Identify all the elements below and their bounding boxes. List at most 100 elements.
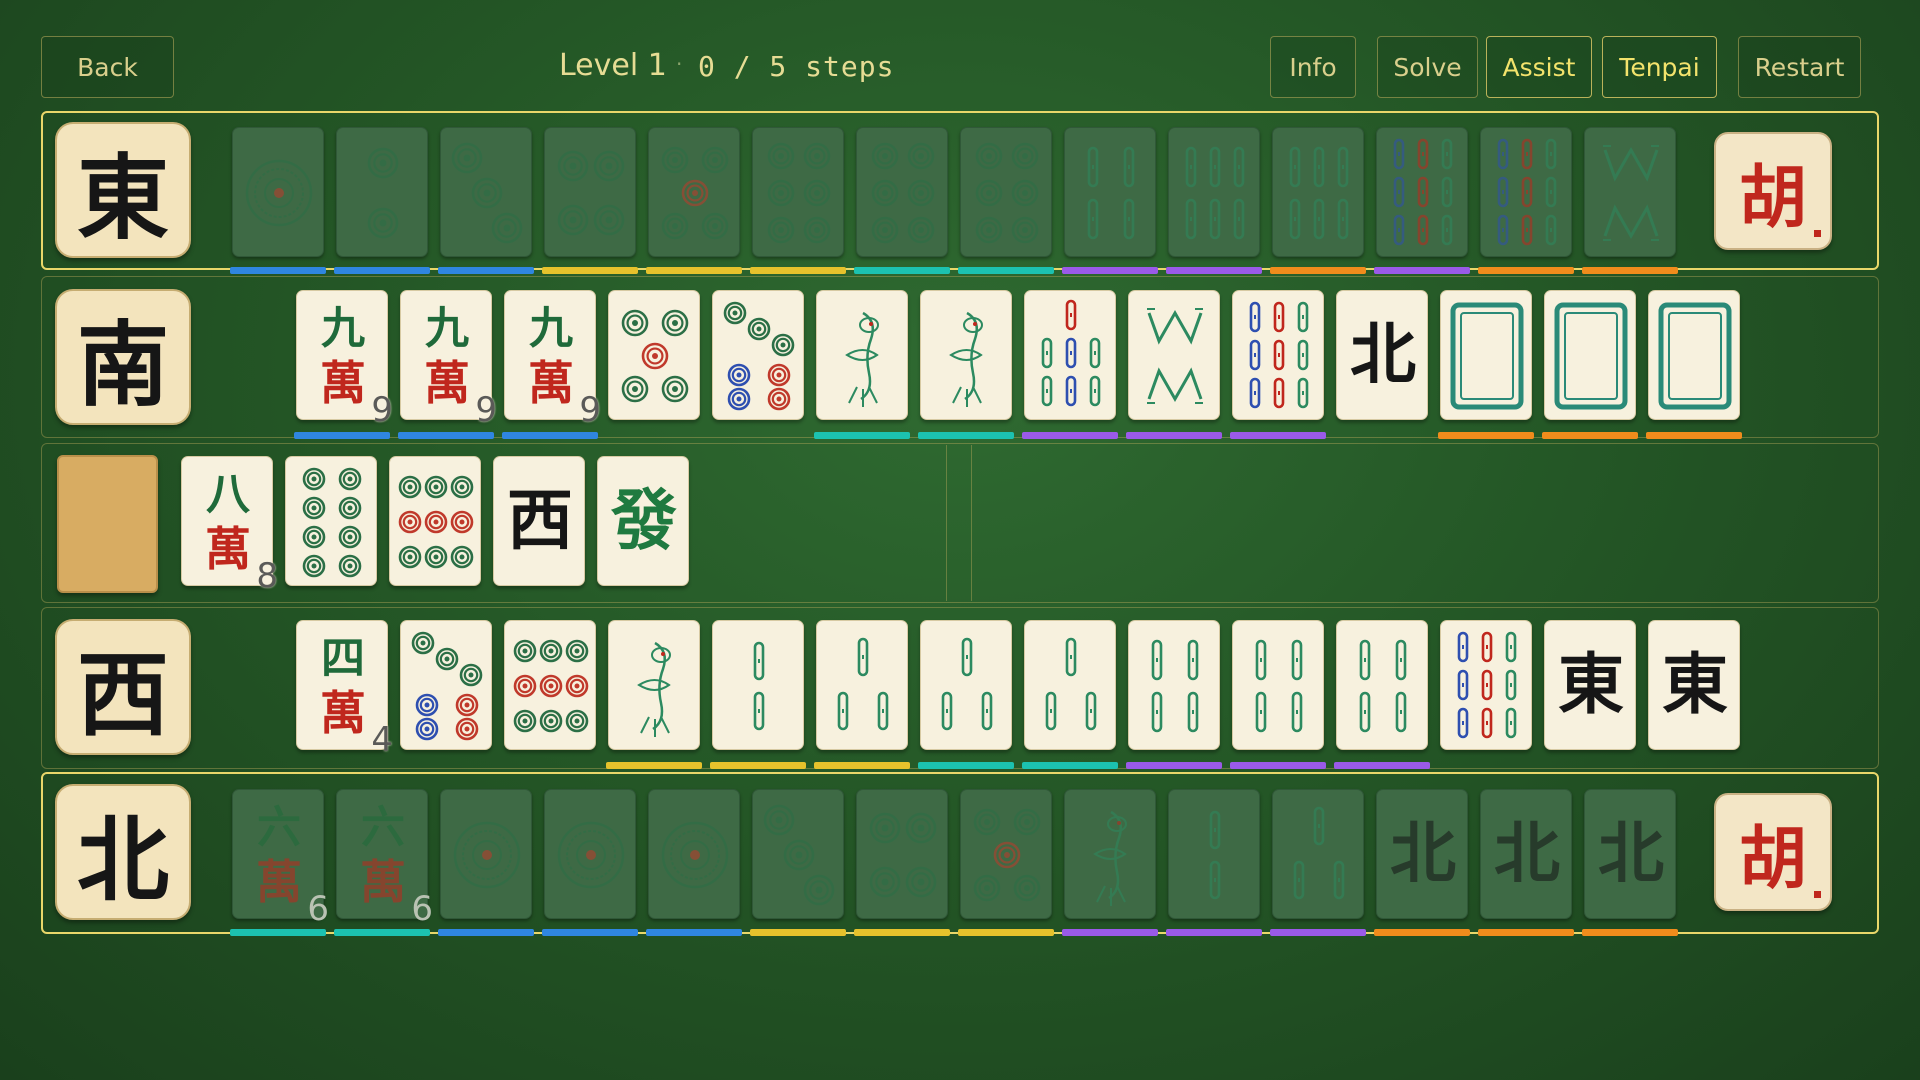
4-bamboo-tile[interactable] [1064,127,1156,257]
6-bamboo-tile[interactable] [1168,127,1260,257]
north-wind-tile[interactable]: 北 [1376,789,1468,919]
7-bamboo-tile[interactable] [1024,290,1116,420]
tile-count-label: 8 [256,556,278,596]
5-circle-tile[interactable] [608,290,700,420]
svg-text:東: 東 [1558,645,1624,723]
1-bamboo-tile[interactable] [608,620,700,750]
white-dragon-tile[interactable] [1544,290,1636,420]
1-circle-face-icon [245,159,313,227]
svg-text:萬: 萬 [320,686,366,740]
6-circle-tile[interactable] [856,127,948,257]
group-indicator-bar [958,267,1054,274]
9-bamboo-tile[interactable] [1480,127,1572,257]
1-circle-tile[interactable] [648,789,740,919]
6-character-tile[interactable]: 六萬6 [336,789,433,929]
group-indicator-bar [1166,267,1262,274]
green-dragon-tile[interactable]: 發 [597,456,689,586]
5-circle-face-icon [661,146,729,240]
7-circle-tile[interactable] [400,620,492,750]
group-indicator-bar [854,929,950,936]
group-indicator-bar [1166,929,1262,936]
3-bamboo-face-icon [941,637,993,731]
north-wind-tile[interactable]: 北 [1480,789,1572,919]
9-bamboo-tile[interactable] [1232,290,1324,420]
4-bamboo-tile[interactable] [1128,620,1220,750]
1-circle-tile[interactable] [440,789,532,919]
5-circle-face-icon [621,309,689,403]
9-circle-tile[interactable] [504,620,596,750]
group-indicator-bar [1022,762,1118,769]
1-circle-tile[interactable] [544,789,636,919]
hand-divider [946,445,972,601]
3-bamboo-tile[interactable] [1024,620,1116,750]
3-bamboo-tile[interactable] [920,620,1012,750]
2-circle-tile[interactable] [336,127,428,257]
3-circle-tile[interactable] [752,789,844,919]
9-bamboo-tile[interactable] [1440,620,1532,750]
8-character-tile[interactable]: 八萬8 [181,456,278,596]
group-indicator-bar [230,929,326,936]
9-character-tile[interactable]: 九萬9 [504,290,601,430]
9-bamboo-face-icon [1457,631,1517,739]
white-dragon-tile[interactable] [1648,290,1740,420]
4-bamboo-tile[interactable] [1336,620,1428,750]
svg-text:萬: 萬 [528,356,574,410]
north-wind-tile[interactable]: 北 [1584,789,1676,919]
assist-button[interactable]: Assist [1486,36,1592,98]
4-circle-tile[interactable] [856,789,948,919]
5-circle-tile[interactable] [648,127,740,257]
6-circle-tile[interactable] [752,127,844,257]
9-circle-tile[interactable] [389,456,481,586]
group-indicator-bar [398,432,494,439]
2-bamboo-tile[interactable] [1168,789,1260,919]
4-circle-tile[interactable] [544,127,636,257]
8-bamboo-tile[interactable] [1584,127,1676,257]
draw-pile-tile[interactable] [57,455,158,593]
back-button[interactable]: Back [41,36,174,98]
svg-text:六: 六 [257,802,301,853]
group-indicator-bar [1270,267,1366,274]
info-button[interactable]: Info [1270,36,1356,98]
svg-text:四: 四 [321,633,365,684]
4-bamboo-tile[interactable] [1232,620,1324,750]
white-dragon-tile[interactable] [1440,290,1532,420]
3-bamboo-face-icon [1045,637,1097,731]
5-circle-tile[interactable] [960,789,1052,919]
1-bamboo-tile[interactable] [816,290,908,420]
group-indicator-bar [710,762,806,769]
tile-count-label: 9 [371,390,393,430]
8-bamboo-tile[interactable] [1128,290,1220,420]
tenpai-button[interactable]: Tenpai [1602,36,1717,98]
9-bamboo-tile[interactable] [1376,127,1468,257]
north-wind-tile[interactable]: 北 [1336,290,1428,420]
3-bamboo-tile[interactable] [816,620,908,750]
east-wind-tile[interactable]: 東 [1648,620,1740,750]
9-character-tile[interactable]: 九萬9 [400,290,497,430]
1-bamboo-face-icon [637,641,671,737]
solve-button[interactable]: Solve [1377,36,1478,98]
svg-text:萬: 萬 [360,855,406,909]
4-character-tile[interactable]: 四萬4 [296,620,393,760]
3-circle-tile[interactable] [440,127,532,257]
6-bamboo-tile[interactable] [1272,127,1364,257]
seal-icon [1814,230,1821,237]
3-bamboo-tile[interactable] [1272,789,1364,919]
7-circle-tile[interactable] [712,290,804,420]
group-indicator-bar [646,267,742,274]
9-character-tile[interactable]: 九萬9 [296,290,393,430]
1-circle-tile[interactable] [232,127,324,257]
group-indicator-bar [1582,267,1678,274]
east-wind-tile[interactable]: 東 [1544,620,1636,750]
group-indicator-bar [1334,762,1430,769]
8-circle-tile[interactable] [285,456,377,586]
6-circle-tile[interactable] [960,127,1052,257]
1-bamboo-tile[interactable] [1064,789,1156,919]
svg-text:東: 東 [1662,645,1728,723]
6-character-tile[interactable]: 六萬6 [232,789,329,929]
1-bamboo-tile[interactable] [920,290,1012,420]
south-wind-seat-tile: 南 [55,289,191,425]
restart-button[interactable]: Restart [1738,36,1861,98]
2-bamboo-tile[interactable] [712,620,804,750]
2-circle-face-icon [367,147,399,239]
west-wind-tile[interactable]: 西 [493,456,585,586]
